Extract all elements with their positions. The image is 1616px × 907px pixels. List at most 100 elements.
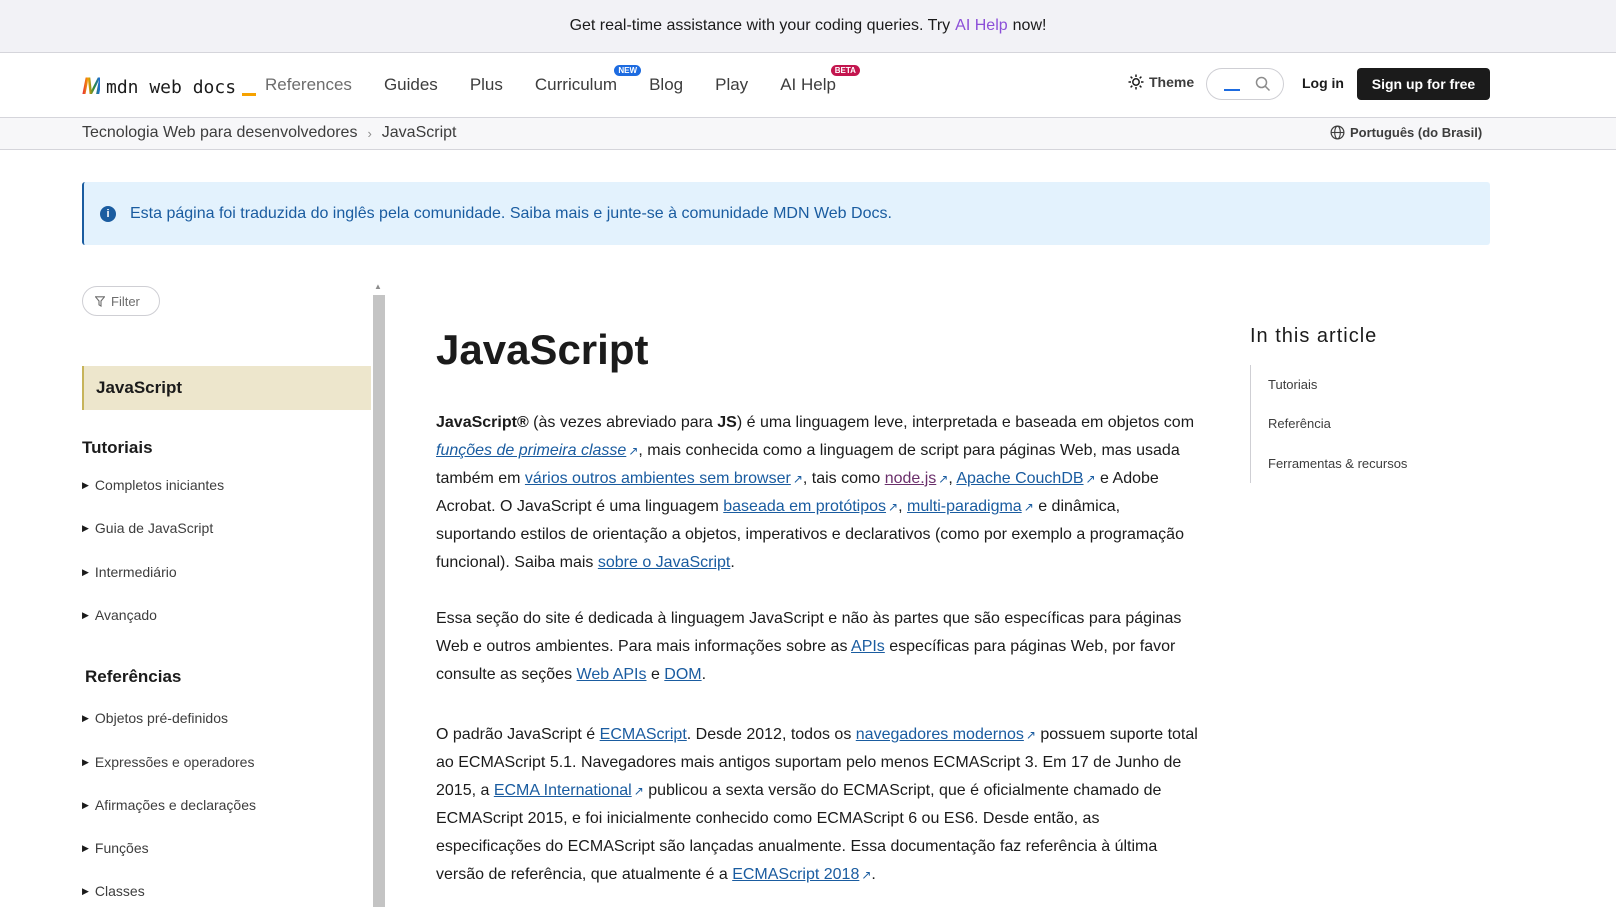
breadcrumb-item-javascript[interactable]: JavaScript — [382, 124, 457, 142]
expand-triangle-icon: ▶ — [82, 712, 89, 723]
main-article: JavaScript JavaScript® (às vezes abrevia… — [436, 320, 1206, 883]
info-icon: i — [100, 205, 116, 222]
sidebar-item-label: Funções — [94, 840, 149, 856]
external-link-icon: ↗ — [938, 472, 949, 486]
link-web-apis[interactable]: Web APIs — [577, 666, 647, 683]
login-link[interactable]: Log in — [1302, 75, 1344, 91]
expand-triangle-icon: ▶ — [82, 885, 89, 896]
ai-help-banner-link[interactable]: AI Help — [955, 17, 1007, 35]
nav-ai-help[interactable]: AI Help BETA — [780, 65, 860, 95]
text-run: O padrão JavaScript é — [436, 726, 600, 743]
article-paragraph-intro: JavaScript® (às vezes abreviado para JS)… — [436, 409, 1201, 577]
nav-play[interactable]: Play — [715, 75, 748, 95]
link-apache-couchdb[interactable]: Apache CouchDB — [956, 470, 1083, 487]
expand-triangle-icon: ▶ — [82, 609, 89, 620]
filter-label: Filter — [111, 293, 140, 309]
text-run: . Desde 2012, todos os — [686, 726, 856, 743]
sidebar-item-afirmacoes[interactable]: ▶ Afirmações e declarações — [82, 797, 256, 813]
toc-rail — [1250, 365, 1251, 483]
link-dom[interactable]: DOM — [664, 666, 701, 683]
text-run: . — [871, 866, 876, 883]
breadcrumb: Tecnologia Web para desenvolvedores › Ja… — [82, 124, 456, 142]
link-ecmascript-2018[interactable]: ECMAScript 2018 — [732, 866, 859, 883]
sidebar-item-label: Intermediário — [94, 564, 177, 580]
logo-text: mdn web docs — [106, 76, 237, 98]
link-ecma-international[interactable]: ECMA International — [494, 782, 632, 799]
text-run: . — [730, 554, 735, 571]
theme-toggle[interactable]: Theme — [1128, 74, 1194, 90]
sidebar-scrollbar[interactable] — [373, 295, 385, 907]
mdn-logo-icon: M — [82, 73, 102, 100]
link-ecmascript[interactable]: ECMAScript — [600, 726, 687, 743]
article-paragraph-scope: Essa seção do site é dedicada à linguage… — [436, 605, 1201, 689]
external-link-icon: ↗ — [1085, 472, 1096, 486]
theme-label: Theme — [1149, 74, 1195, 90]
link-apis[interactable]: APIs — [851, 638, 885, 655]
sidebar-filter-input[interactable]: Filter — [82, 286, 160, 316]
external-link-icon: ↗ — [628, 444, 639, 458]
notice-text[interactable]: Esta página foi traduzida do inglês pela… — [130, 205, 892, 223]
expand-triangle-icon: ▶ — [82, 799, 89, 810]
breadcrumb-bar: Tecnologia Web para desenvolvedores › Ja… — [0, 118, 1616, 150]
banner-text: Get real-time assistance with your codin… — [569, 17, 951, 34]
nav-plus[interactable]: Plus — [470, 75, 503, 95]
sidebar-item-label: Avançado — [94, 607, 157, 623]
sidebar-heading-tutorials: Tutoriais — [82, 438, 153, 457]
sidebar-item-funcoes[interactable]: ▶ Funções — [82, 840, 149, 856]
expand-triangle-icon: ▶ — [82, 566, 89, 577]
link-non-browser-environments[interactable]: vários outros ambientes sem browser — [525, 470, 791, 487]
sidebar-item-javascript[interactable]: JavaScript — [82, 366, 371, 410]
external-link-icon: ↗ — [792, 472, 803, 486]
sidebar-item-intermediario[interactable]: ▶ Intermediário — [82, 564, 177, 580]
sidebar-item-avancado[interactable]: ▶ Avançado — [82, 607, 157, 623]
term-js: JS — [717, 414, 737, 431]
sidebar-item-expressoes[interactable]: ▶ Expressões e operadores — [82, 754, 254, 770]
nav-curriculum[interactable]: Curriculum NEW — [534, 65, 642, 95]
link-about-javascript[interactable]: sobre o JavaScript — [598, 554, 731, 571]
link-multi-paradigm[interactable]: multi-paradigma — [907, 498, 1022, 515]
text-run: (às vezes abreviado para — [528, 414, 718, 431]
expand-triangle-icon: ▶ — [82, 756, 89, 767]
language-label: Português (do Brasil) — [1350, 125, 1483, 140]
banner-suffix: now! — [1012, 17, 1047, 34]
link-prototype-based[interactable]: baseada em protótipos — [723, 498, 886, 515]
sidebar-heading-referencias: Referências — [85, 667, 182, 686]
toc-item-referencia[interactable]: Referência — [1268, 416, 1331, 431]
breadcrumb-separator: › — [367, 125, 372, 141]
sun-icon — [1128, 74, 1144, 90]
logo-cursor — [242, 92, 257, 96]
toc-item-tutoriais[interactable]: Tutoriais — [1268, 377, 1317, 392]
globe-icon — [1330, 125, 1345, 140]
signup-button[interactable]: Sign up for free — [1357, 68, 1490, 100]
external-link-icon: ↗ — [633, 784, 644, 798]
search-caret — [1224, 89, 1240, 91]
text-run: , — [898, 498, 907, 515]
text-run: . — [701, 666, 707, 683]
sidebar-item-label: Guia de JavaScript — [94, 520, 214, 536]
expand-triangle-icon: ▶ — [82, 479, 89, 490]
toc-item-ferramentas[interactable]: Ferramentas & recursos — [1268, 456, 1407, 471]
nav-references[interactable]: References — [265, 75, 352, 95]
sidebar-item-completos-iniciantes[interactable]: ▶ Completos iniciantes — [82, 477, 224, 493]
sidebar-item-label: Objetos pré-definidos — [94, 710, 228, 726]
expand-triangle-icon: ▶ — [82, 522, 89, 533]
link-nodejs[interactable]: node.js — [885, 470, 937, 487]
link-first-class-functions[interactable]: funções de primeira classe — [436, 442, 626, 459]
nav-guides[interactable]: Guides — [384, 75, 438, 95]
nav-blog[interactable]: Blog — [649, 75, 683, 95]
sidebar-item-classes[interactable]: ▶ Classes — [82, 883, 145, 899]
external-link-icon: ↗ — [888, 500, 899, 514]
sidebar-item-objetos[interactable]: ▶ Objetos pré-definidos — [82, 710, 228, 726]
nav-curriculum-label: Curriculum — [534, 75, 618, 94]
site-header: M mdn web docs References Guides Plus Cu… — [0, 53, 1616, 118]
language-selector[interactable]: Português (do Brasil) — [1330, 125, 1482, 140]
breadcrumb-item-web-tech[interactable]: Tecnologia Web para desenvolvedores — [82, 124, 357, 142]
external-link-icon: ↗ — [861, 868, 872, 882]
scroll-up-arrow[interactable]: ▲ — [374, 282, 382, 291]
link-modern-browsers[interactable]: navegadores modernos — [856, 726, 1024, 743]
toc-title: In this article — [1250, 325, 1378, 347]
filter-icon — [95, 295, 105, 307]
sidebar-item-guia-javascript[interactable]: ▶ Guia de JavaScript — [82, 520, 213, 536]
search-input[interactable] — [1206, 68, 1284, 100]
mdn-logo[interactable]: M mdn web docs — [82, 73, 257, 101]
